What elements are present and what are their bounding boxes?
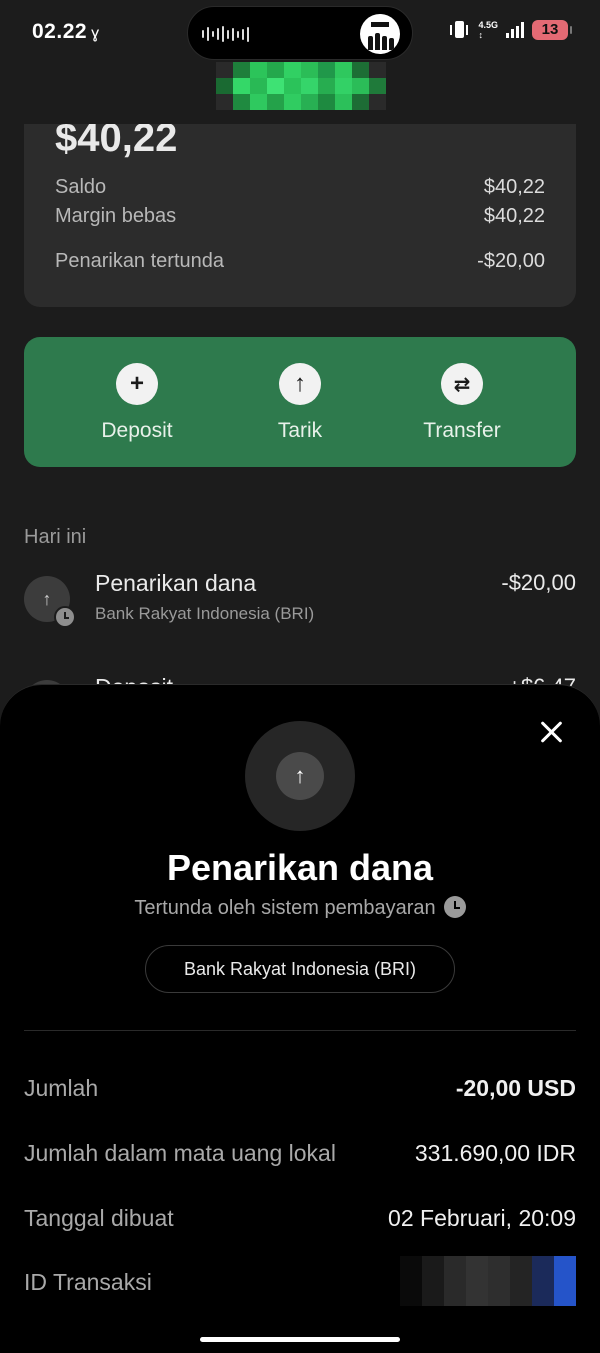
status-indicators: 4.5G ↕ 13 — [448, 20, 572, 40]
row-label: Saldo — [55, 176, 107, 198]
detail-value: -20,00 USD — [455, 1075, 576, 1101]
row-value: $40,22 — [483, 205, 545, 227]
vibrate-icon — [448, 20, 470, 40]
close-icon[interactable] — [538, 719, 564, 745]
dynamic-island[interactable] — [187, 6, 413, 60]
transaction-detail-sheet: ↑ Penarikan dana Tertunda oleh sistem pe… — [0, 684, 600, 1353]
detail-label: ID Transaksi — [24, 1269, 152, 1295]
detail-label: Jumlah — [24, 1075, 99, 1101]
arrow-up-icon: ↑ — [276, 752, 324, 800]
section-today: Hari ini — [24, 526, 87, 548]
transaction-type-icon: ↑ — [245, 721, 355, 831]
balance-card: $40,22 Saldo $40,22 Margin bebas $40,22 … — [24, 124, 576, 307]
transaction-subtitle: Bank Rakyat Indonesia (BRI) — [95, 604, 315, 623]
bank-pill: Bank Rakyat Indonesia (BRI) — [145, 945, 455, 993]
detail-label: Jumlah dalam mata uang lokal — [24, 1140, 336, 1166]
detail-value: 02 Februari, 20:09 — [388, 1205, 576, 1231]
swap-icon: ⇄ — [441, 363, 483, 405]
sleep-mode-icon: ɣ — [91, 25, 100, 42]
sheet-status: Tertunda oleh sistem pembayaran — [0, 895, 600, 920]
transaction-amount: -$20,00 — [501, 570, 576, 595]
balance-amount: $40,22 — [55, 124, 178, 160]
clock-icon — [443, 895, 466, 918]
row-value: -$20,00 — [477, 250, 545, 272]
plus-icon: + — [116, 363, 158, 405]
detail-row-date: Tanggal dibuat 02 Februari, 20:09 — [24, 1205, 576, 1232]
detail-value: 331.690,00 IDR — [414, 1140, 576, 1166]
transaction-title: Penarikan dana — [95, 570, 257, 596]
deposit-label: Deposit — [101, 419, 173, 442]
battery-indicator: 13 — [532, 20, 572, 40]
detail-row-local-amount: Jumlah dalam mata uang lokal 331.690,00 … — [24, 1140, 576, 1167]
status-bar: 02.22 ɣ 4.5G ↕ 13 — [0, 0, 600, 64]
deposit-button[interactable]: + Deposit — [62, 363, 212, 443]
detail-label: Tanggal dibuat — [24, 1205, 174, 1231]
transfer-button[interactable]: ⇄ Transfer — [387, 363, 537, 443]
arrow-up-icon: ↑ — [279, 363, 321, 405]
balance-row-pending: Penarikan tertunda -$20,00 — [55, 250, 545, 273]
action-card: + Deposit ↑ Tarik ⇄ Transfer — [24, 337, 576, 467]
detail-row-amount: Jumlah -20,00 USD — [24, 1075, 576, 1102]
signal-bars-icon — [506, 22, 524, 38]
sheet-title: Penarikan dana — [166, 847, 434, 888]
withdraw-button[interactable]: ↑ Tarik — [225, 363, 375, 443]
row-label: Penarikan tertunda — [55, 250, 225, 272]
status-text: Tertunda oleh sistem pembayaran — [134, 897, 436, 919]
network-type: 4.5G ↕ — [478, 20, 498, 40]
audio-waveform-icon — [202, 25, 250, 43]
status-time: 02.22 ɣ — [32, 20, 100, 44]
balance-row-saldo: Saldo $40,22 — [55, 176, 545, 199]
divider — [24, 1030, 576, 1031]
blurred-transaction-id[interactable] — [400, 1256, 576, 1306]
row-value: $40,22 — [483, 176, 545, 198]
clock-time: 02.22 — [32, 20, 88, 43]
withdraw-label: Tarik — [277, 419, 323, 442]
home-indicator[interactable] — [200, 1337, 400, 1342]
balance-row-margin: Margin bebas $40,22 — [55, 205, 545, 228]
album-art-icon — [360, 14, 400, 54]
clock-icon — [54, 606, 76, 628]
censored-header-image — [216, 62, 386, 110]
transfer-label: Transfer — [423, 419, 501, 442]
row-label: Margin bebas — [55, 205, 177, 227]
